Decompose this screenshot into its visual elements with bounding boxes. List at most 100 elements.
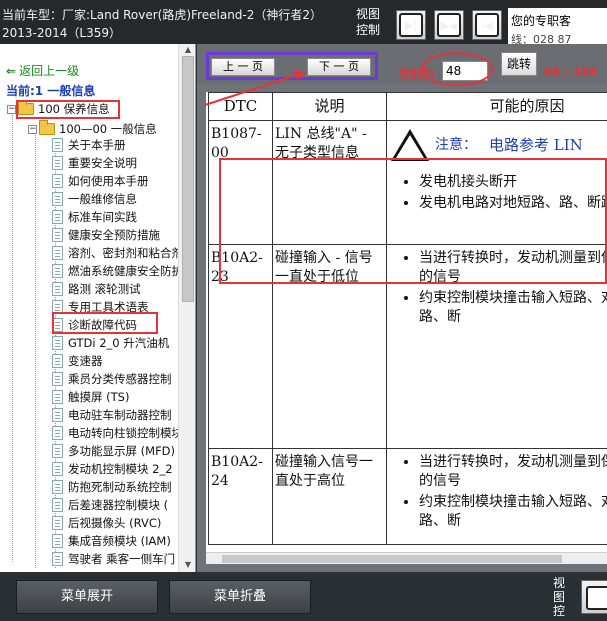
tree-node-label: 100—00 一般信息 bbox=[59, 122, 157, 136]
jump-button[interactable]: 跳转 bbox=[501, 52, 537, 76]
tree-item[interactable]: 如何使用本手册 bbox=[52, 172, 149, 190]
arrow-left-icon: |◀ bbox=[475, 13, 499, 37]
column-header-description: 说明 bbox=[272, 92, 387, 121]
column-header-dtc: DTC bbox=[208, 92, 273, 121]
document-hscrollbar[interactable] bbox=[206, 552, 607, 564]
tree-item[interactable]: 关于本手册 bbox=[52, 136, 126, 154]
consultant-panel: 您的专职客 线：028 87 bbox=[508, 8, 607, 44]
scroll-thumb[interactable] bbox=[182, 56, 194, 302]
consultant-hotline: 线：028 87 bbox=[511, 33, 572, 44]
tree-item[interactable]: 后视摄像头 (RVC) bbox=[52, 514, 161, 532]
document-icon bbox=[52, 282, 63, 296]
tree-item[interactable]: GTDi 2_0 升汽油机 bbox=[52, 334, 169, 352]
document-icon bbox=[52, 156, 63, 170]
tree-item-label: 重要安全说明 bbox=[68, 156, 137, 170]
document-icon bbox=[52, 372, 63, 386]
tree-item[interactable]: 溶剂、密封剂和粘合剂 bbox=[52, 244, 183, 262]
main-area: 上 一 页 下 一 页 当前为 48 跳转 48 / 426 DTC 说明 可能… bbox=[197, 44, 607, 572]
next-page-button[interactable]: 下 一 页 bbox=[307, 58, 371, 76]
dtc-causes-cell: 当进行转换时，发动机测量到保持高位的信号 约束控制模块撞击输入短路、对电源短路、… bbox=[386, 448, 607, 545]
arrow-right-icon: ▶| bbox=[399, 13, 423, 37]
document-icon bbox=[52, 444, 63, 458]
tree-item[interactable]: 防抱死制动系统控制 bbox=[52, 478, 172, 496]
collapse-icon[interactable]: − bbox=[7, 104, 16, 114]
tree-item[interactable]: 驾驶者 乘客一侧车门 bbox=[52, 550, 175, 568]
menu-collapse-button[interactable]: 菜单折叠 bbox=[169, 580, 311, 614]
document-icon bbox=[52, 426, 63, 440]
tree-panel: ⇐ 返回上一级 当前:1 一般信息 − 100 保养信息 − 100—00 一般信… bbox=[0, 44, 196, 572]
tree-item-label: 溶剂、密封剂和粘合剂 bbox=[68, 246, 183, 260]
pager-box: 上 一 页 下 一 页 bbox=[206, 52, 378, 80]
view-forward-button[interactable]: ▶| bbox=[396, 10, 426, 40]
prev-page-button[interactable]: 上 一 页 bbox=[211, 58, 275, 76]
scroll-down-icon[interactable]: ▼ bbox=[183, 560, 193, 570]
tree-item[interactable]: 变速器 bbox=[52, 352, 103, 370]
dtc-description-cell: 碰撞输入信号一直处于高位 bbox=[272, 448, 387, 545]
tree-item[interactable]: 多功能显示屏 (MFD) bbox=[52, 442, 175, 460]
document-icon bbox=[52, 516, 63, 530]
table-header-row: DTC 说明 可能的原因 bbox=[208, 92, 607, 121]
document-icon bbox=[52, 192, 63, 206]
tree-item-label: 驾驶者 乘客一侧车门 bbox=[68, 552, 176, 566]
tree-item-label: 健康安全预防措施 bbox=[68, 228, 160, 242]
tree-item-label: 电动转向柱锁控制模块 bbox=[68, 426, 183, 440]
tree-item[interactable]: 电动驻车制动器控制 bbox=[52, 406, 172, 424]
go-up-link[interactable]: ⇐ 返回上一级 bbox=[6, 62, 79, 79]
collapse-icon[interactable]: − bbox=[28, 124, 37, 134]
menu-expand-button[interactable]: 菜单展开 bbox=[16, 580, 158, 614]
circuit-reference-link[interactable]: 电路参考 LIN bbox=[489, 136, 583, 155]
scroll-up-icon[interactable]: ▲ bbox=[183, 45, 193, 55]
view-forward-button[interactable] bbox=[581, 580, 607, 614]
scroll-thumb[interactable] bbox=[222, 555, 562, 563]
bottom-bar: 菜单展开 菜单折叠 视图控 bbox=[0, 572, 607, 621]
view-back-button[interactable]: |◀ bbox=[472, 10, 502, 40]
document-icon bbox=[52, 480, 63, 494]
dtc-code-cell: B10A2-24 bbox=[208, 448, 273, 545]
tree-item[interactable]: 健康安全预防措施 bbox=[52, 226, 160, 244]
tree-item-label: 后视摄像头 (RVC) bbox=[68, 516, 162, 530]
document-icon bbox=[52, 534, 63, 548]
tree-item-label: 一般维修信息 bbox=[68, 192, 137, 206]
document-icon bbox=[52, 264, 63, 278]
annotation-box bbox=[52, 312, 158, 334]
document-icon bbox=[52, 408, 63, 422]
document-icon bbox=[52, 228, 63, 242]
annotation-oval bbox=[421, 52, 493, 86]
tree-item-label: 触摸屏 (TS) bbox=[68, 390, 130, 404]
cause-list: 当进行转换时，发动机测量到保持高位的信号 约束控制模块撞击输入短路、对电源短路、… bbox=[391, 453, 607, 531]
table-row: B10A2-24 碰撞输入信号一直处于高位 当进行转换时，发动机测量到保持高位的… bbox=[208, 448, 607, 545]
list-item: 约束控制模块撞击输入短路、对电源短路、断 bbox=[419, 493, 607, 531]
view-control-label: 视图控 bbox=[553, 576, 566, 618]
tree-item[interactable]: 标准车间实践 bbox=[52, 208, 137, 226]
tree-item[interactable]: 触摸屏 (TS) bbox=[52, 388, 129, 406]
current-node-label: 当前:1 一般信息 bbox=[6, 84, 96, 98]
list-item: 约束控制模块撞击输入短路、对电源短路、断 bbox=[419, 289, 607, 327]
document-view: DTC 说明 可能的原因 B1087-00 LIN 总线"A" - 无子类型信息… bbox=[206, 92, 607, 560]
consultant-title: 您的专职客 bbox=[511, 14, 572, 28]
document-icon bbox=[52, 174, 63, 188]
view-split-button[interactable]: ▶◀ bbox=[434, 10, 464, 40]
tree-item[interactable]: 重要安全说明 bbox=[52, 154, 137, 172]
tree-item-label: 变速器 bbox=[68, 354, 103, 368]
tree-item[interactable]: 乘员分类传感器控制 bbox=[52, 370, 172, 388]
folder-icon bbox=[39, 120, 55, 135]
view-control-label: 视图控制 bbox=[356, 7, 381, 37]
tree-item[interactable]: 燃油系统健康安全防护 bbox=[52, 262, 183, 280]
back-arrow-icon: ⇐ bbox=[6, 64, 17, 78]
tree-item[interactable]: 发动机控制模块 2_2 bbox=[52, 460, 173, 478]
tree-item[interactable]: 路测 滚轮测试 bbox=[52, 280, 141, 298]
tree-guide-line bbox=[35, 128, 36, 568]
tree-item[interactable]: 集成音频模块 (IAM) bbox=[52, 532, 171, 550]
top-header: 当前车型：厂家:Land Rover(路虎)Freeland-2（神行者2） 2… bbox=[0, 0, 607, 44]
tree-item[interactable]: 电动转向柱锁控制模块 bbox=[52, 424, 183, 442]
page-nav-strip: 上 一 页 下 一 页 当前为 48 跳转 48 / 426 bbox=[197, 44, 607, 86]
document-icon bbox=[52, 552, 63, 566]
split-arrows-icon: ▶◀ bbox=[437, 13, 461, 37]
tree-item-label: 如何使用本手册 bbox=[68, 174, 149, 188]
tree-item[interactable]: 后差速器控制模块 ( bbox=[52, 496, 168, 514]
tree-scrollbar[interactable]: ▲ ▼ bbox=[178, 44, 195, 572]
document-icon bbox=[52, 354, 63, 368]
tree-item[interactable]: 一般维修信息 bbox=[52, 190, 137, 208]
tree-item-label: 标准车间实践 bbox=[68, 210, 137, 224]
document-icon bbox=[52, 138, 63, 152]
